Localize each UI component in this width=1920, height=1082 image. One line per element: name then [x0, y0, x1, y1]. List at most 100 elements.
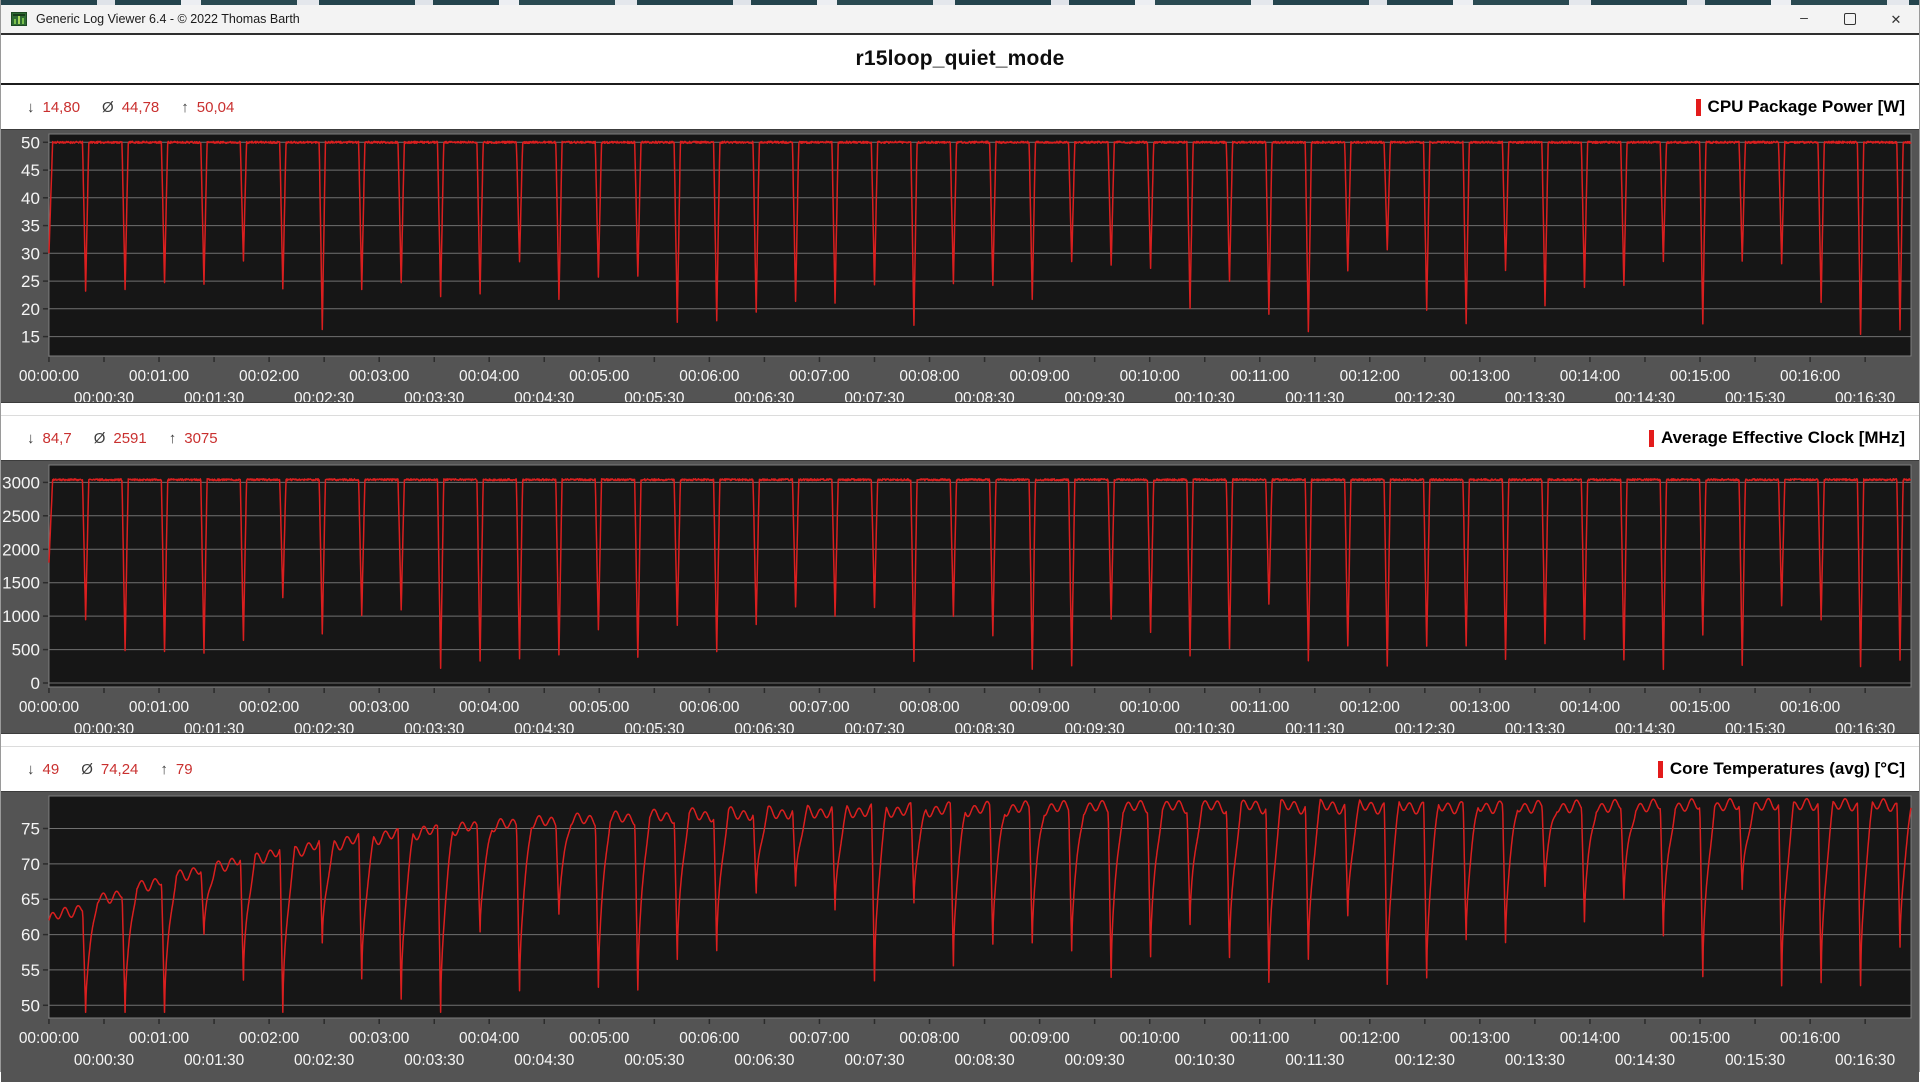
close-button[interactable]: ✕ [1873, 5, 1919, 33]
svg-text:00:12:30: 00:12:30 [1395, 721, 1455, 733]
svg-text:00:04:30: 00:04:30 [514, 1052, 574, 1069]
svg-text:00:08:00: 00:08:00 [899, 1030, 959, 1047]
stat-max-value: 79 [175, 760, 193, 778]
svg-text:55: 55 [21, 961, 40, 980]
stat-min-value: 49 [42, 760, 60, 778]
svg-text:00:00:30: 00:00:30 [74, 390, 134, 402]
svg-text:0: 0 [31, 674, 40, 693]
svg-text:1500: 1500 [2, 574, 40, 593]
min-arrow-icon: ↓ [27, 429, 35, 447]
svg-text:35: 35 [21, 217, 40, 236]
svg-text:00:02:30: 00:02:30 [294, 721, 354, 733]
max-arrow-icon: ↑ [168, 429, 177, 447]
window-controls: – ✕ [1781, 5, 1919, 33]
svg-text:00:10:30: 00:10:30 [1175, 390, 1235, 402]
chart-legend: CPU Package Power [W] [1695, 97, 1905, 117]
page-title: r15loop_quiet_mode [855, 47, 1065, 70]
svg-text:00:14:30: 00:14:30 [1615, 1052, 1675, 1069]
svg-text:00:08:30: 00:08:30 [954, 721, 1014, 733]
svg-text:00:12:30: 00:12:30 [1395, 390, 1455, 402]
titlebar: Generic Log Viewer 6.4 - © 2022 Thomas B… [1, 5, 1919, 35]
svg-text:00:04:00: 00:04:00 [459, 368, 519, 385]
svg-text:00:15:30: 00:15:30 [1725, 721, 1785, 733]
maximize-icon [1844, 13, 1856, 25]
svg-text:00:16:00: 00:16:00 [1780, 699, 1840, 716]
minimize-icon: – [1800, 9, 1808, 25]
svg-text:00:04:00: 00:04:00 [459, 699, 519, 716]
chart-legend: Average Effective Clock [MHz] [1648, 428, 1905, 448]
series-color-marker [1648, 429, 1654, 447]
svg-text:00:10:30: 00:10:30 [1175, 721, 1235, 733]
svg-text:00:01:00: 00:01:00 [129, 1030, 189, 1047]
chart-canvas-effective-clock: 3000 2500 2000 1500 1000 500 0 00:00:00 00:01:00… [1, 460, 1919, 734]
legend-label: Core Temperatures (avg) [°C] [1669, 759, 1905, 778]
svg-text:00:06:00: 00:06:00 [679, 699, 739, 716]
svg-text:00:10:00: 00:10:00 [1120, 1030, 1180, 1047]
svg-text:00:01:30: 00:01:30 [184, 390, 244, 402]
svg-text:00:11:30: 00:11:30 [1285, 721, 1344, 733]
app-window: Generic Log Viewer 6.4 - © 2022 Thomas B… [0, 0, 1920, 1082]
svg-text:00:14:00: 00:14:00 [1560, 368, 1620, 385]
svg-text:00:13:30: 00:13:30 [1505, 390, 1565, 402]
svg-text:00:09:30: 00:09:30 [1065, 390, 1125, 402]
svg-text:500: 500 [12, 641, 40, 660]
svg-text:00:16:30: 00:16:30 [1835, 390, 1895, 402]
svg-text:00:12:30: 00:12:30 [1395, 1052, 1455, 1069]
svg-text:00:11:00: 00:11:00 [1230, 1030, 1289, 1047]
svg-text:00:12:00: 00:12:00 [1340, 1030, 1400, 1047]
chart-section-cpu-package-power: ↓ 14,80 Ø 44,78 ↑ 50,04 CPU Package Powe… [1, 83, 1919, 415]
chart-canvas-cpu-package-power: 50 45 40 35 30 25 20 15 00:00:00 00:01:00 00:02:00… [1, 129, 1919, 403]
stats-row: ↓ 84,7 Ø 2591 ↑ 3075 Average Effective C… [1, 416, 1919, 460]
close-icon: ✕ [1890, 11, 1902, 27]
stats-row: ↓ 14,80 Ø 44,78 ↑ 50,04 CPU Package Powe… [1, 85, 1919, 129]
svg-text:00:16:00: 00:16:00 [1780, 368, 1840, 385]
average-icon: Ø [81, 760, 93, 778]
svg-text:00:09:00: 00:09:00 [1009, 699, 1069, 716]
stat-avg-value: 2591 [113, 429, 147, 447]
average-icon: Ø [93, 429, 106, 447]
svg-text:00:02:00: 00:02:00 [239, 699, 299, 716]
svg-text:00:14:00: 00:14:00 [1560, 699, 1620, 716]
average-icon: Ø [102, 98, 114, 116]
svg-text:00:04:30: 00:04:30 [514, 721, 574, 733]
minimize-button[interactable]: – [1781, 5, 1827, 33]
chart-section-effective-clock: ↓ 84,7 Ø 2591 ↑ 3075 Average Effective C… [1, 415, 1919, 746]
svg-text:45: 45 [21, 161, 40, 180]
svg-text:00:10:00: 00:10:00 [1120, 699, 1180, 716]
series-color-marker [1695, 98, 1701, 116]
stat-min-value: 14,80 [42, 98, 81, 116]
svg-text:25: 25 [21, 272, 40, 291]
svg-text:00:05:00: 00:05:00 [569, 1030, 629, 1047]
svg-text:00:05:30: 00:05:30 [624, 1052, 684, 1069]
svg-text:00:02:30: 00:02:30 [294, 1052, 354, 1069]
svg-text:00:14:30: 00:14:30 [1615, 721, 1675, 733]
max-arrow-icon: ↑ [160, 760, 168, 778]
svg-text:00:10:30: 00:10:30 [1175, 1052, 1235, 1069]
stat-max-value: 50,04 [196, 98, 235, 116]
svg-text:00:06:00: 00:06:00 [679, 368, 739, 385]
stat-min-value: 84,7 [42, 429, 72, 447]
svg-text:00:03:00: 00:03:00 [349, 368, 409, 385]
svg-text:00:08:30: 00:08:30 [954, 1052, 1014, 1069]
series-color-marker [1657, 760, 1663, 778]
svg-text:3000: 3000 [2, 473, 40, 492]
svg-text:00:07:00: 00:07:00 [789, 699, 849, 716]
stats-row: ↓ 49 Ø 74,24 ↑ 79 Core Temperatures (avg… [1, 747, 1919, 791]
svg-text:00:13:30: 00:13:30 [1505, 721, 1565, 733]
svg-text:00:03:00: 00:03:00 [349, 699, 409, 716]
svg-text:00:07:30: 00:07:30 [844, 390, 904, 402]
svg-text:15: 15 [21, 328, 40, 347]
svg-text:1000: 1000 [2, 607, 40, 626]
svg-text:00:09:30: 00:09:30 [1065, 721, 1125, 733]
svg-text:00:02:00: 00:02:00 [239, 1030, 299, 1047]
maximize-button[interactable] [1827, 5, 1873, 33]
svg-text:00:13:00: 00:13:00 [1450, 368, 1510, 385]
svg-text:00:05:00: 00:05:00 [569, 699, 629, 716]
svg-text:00:11:30: 00:11:30 [1285, 1052, 1344, 1069]
svg-text:50: 50 [21, 133, 40, 152]
stat-max-value: 3075 [184, 429, 218, 447]
svg-text:00:13:30: 00:13:30 [1505, 1052, 1565, 1069]
chart-legend: Core Temperatures (avg) [°C] [1657, 759, 1905, 779]
chart-stats: ↓ 84,7 Ø 2591 ↑ 3075 [27, 430, 240, 447]
svg-text:00:03:30: 00:03:30 [404, 721, 464, 733]
